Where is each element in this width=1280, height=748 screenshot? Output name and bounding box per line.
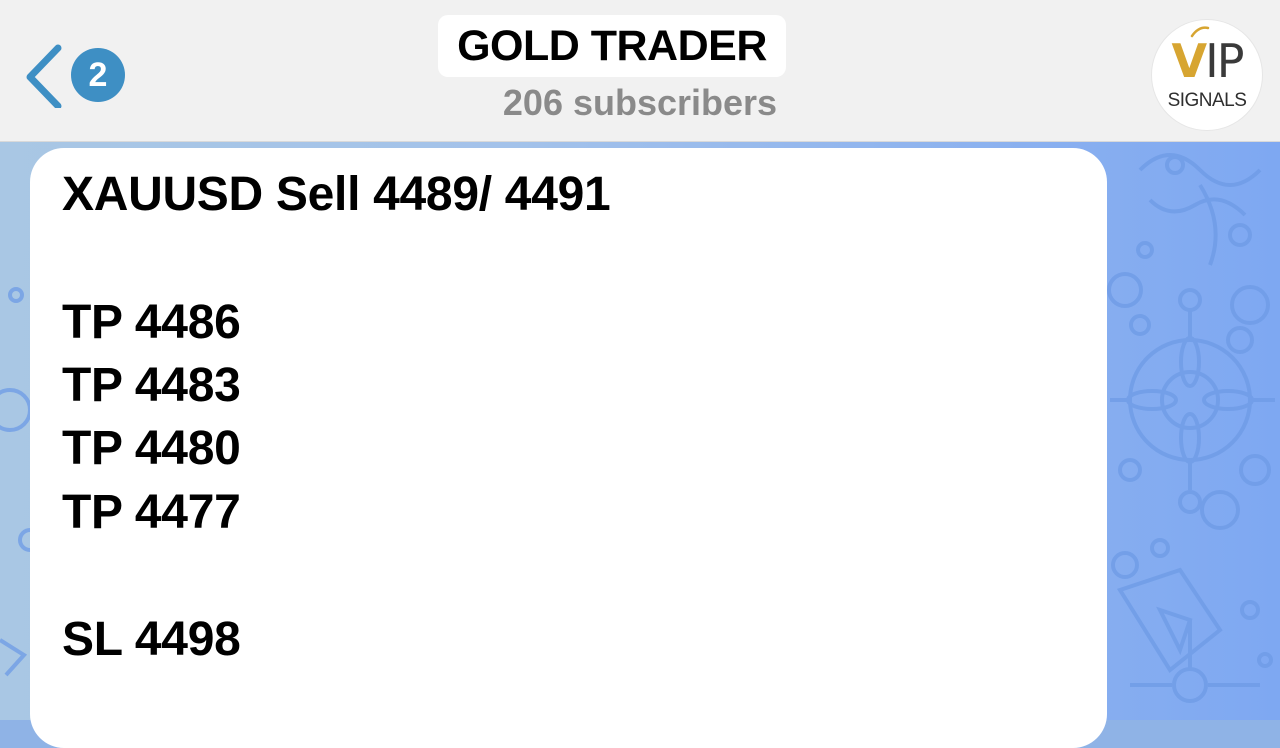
message-line-tp1: TP 4486: [62, 296, 241, 349]
unread-count-badge: 2: [71, 48, 125, 102]
logo-vip-text: VIP: [1171, 34, 1245, 88]
message-line-tp3: TP 4480: [62, 422, 241, 475]
chevron-left-icon: [26, 44, 62, 108]
subscriber-count: 206 subscribers: [502, 82, 778, 123]
channel-avatar[interactable]: VIP SIGNALS: [1152, 20, 1262, 130]
channel-title-container[interactable]: GOLD TRADER: [438, 15, 786, 77]
chat-header: 2 GOLD TRADER 206 subscribers VIP SIGNAL…: [0, 0, 1280, 142]
message-line-tp2: TP 4483: [62, 359, 241, 412]
channel-title: GOLD TRADER: [457, 21, 767, 70]
message-bubble[interactable]: XAUUSD Sell 4489/ 4491 TP 4486 TP 4483 T…: [30, 148, 1107, 748]
back-button[interactable]: 2: [18, 40, 134, 112]
message-line-signal: XAUUSD Sell 4489/ 4491: [62, 168, 611, 221]
message-line-tp4: TP 4477: [62, 486, 241, 539]
message-line-sl: SL 4498: [62, 613, 241, 666]
logo-signals-text: SIGNALS: [1167, 90, 1247, 111]
